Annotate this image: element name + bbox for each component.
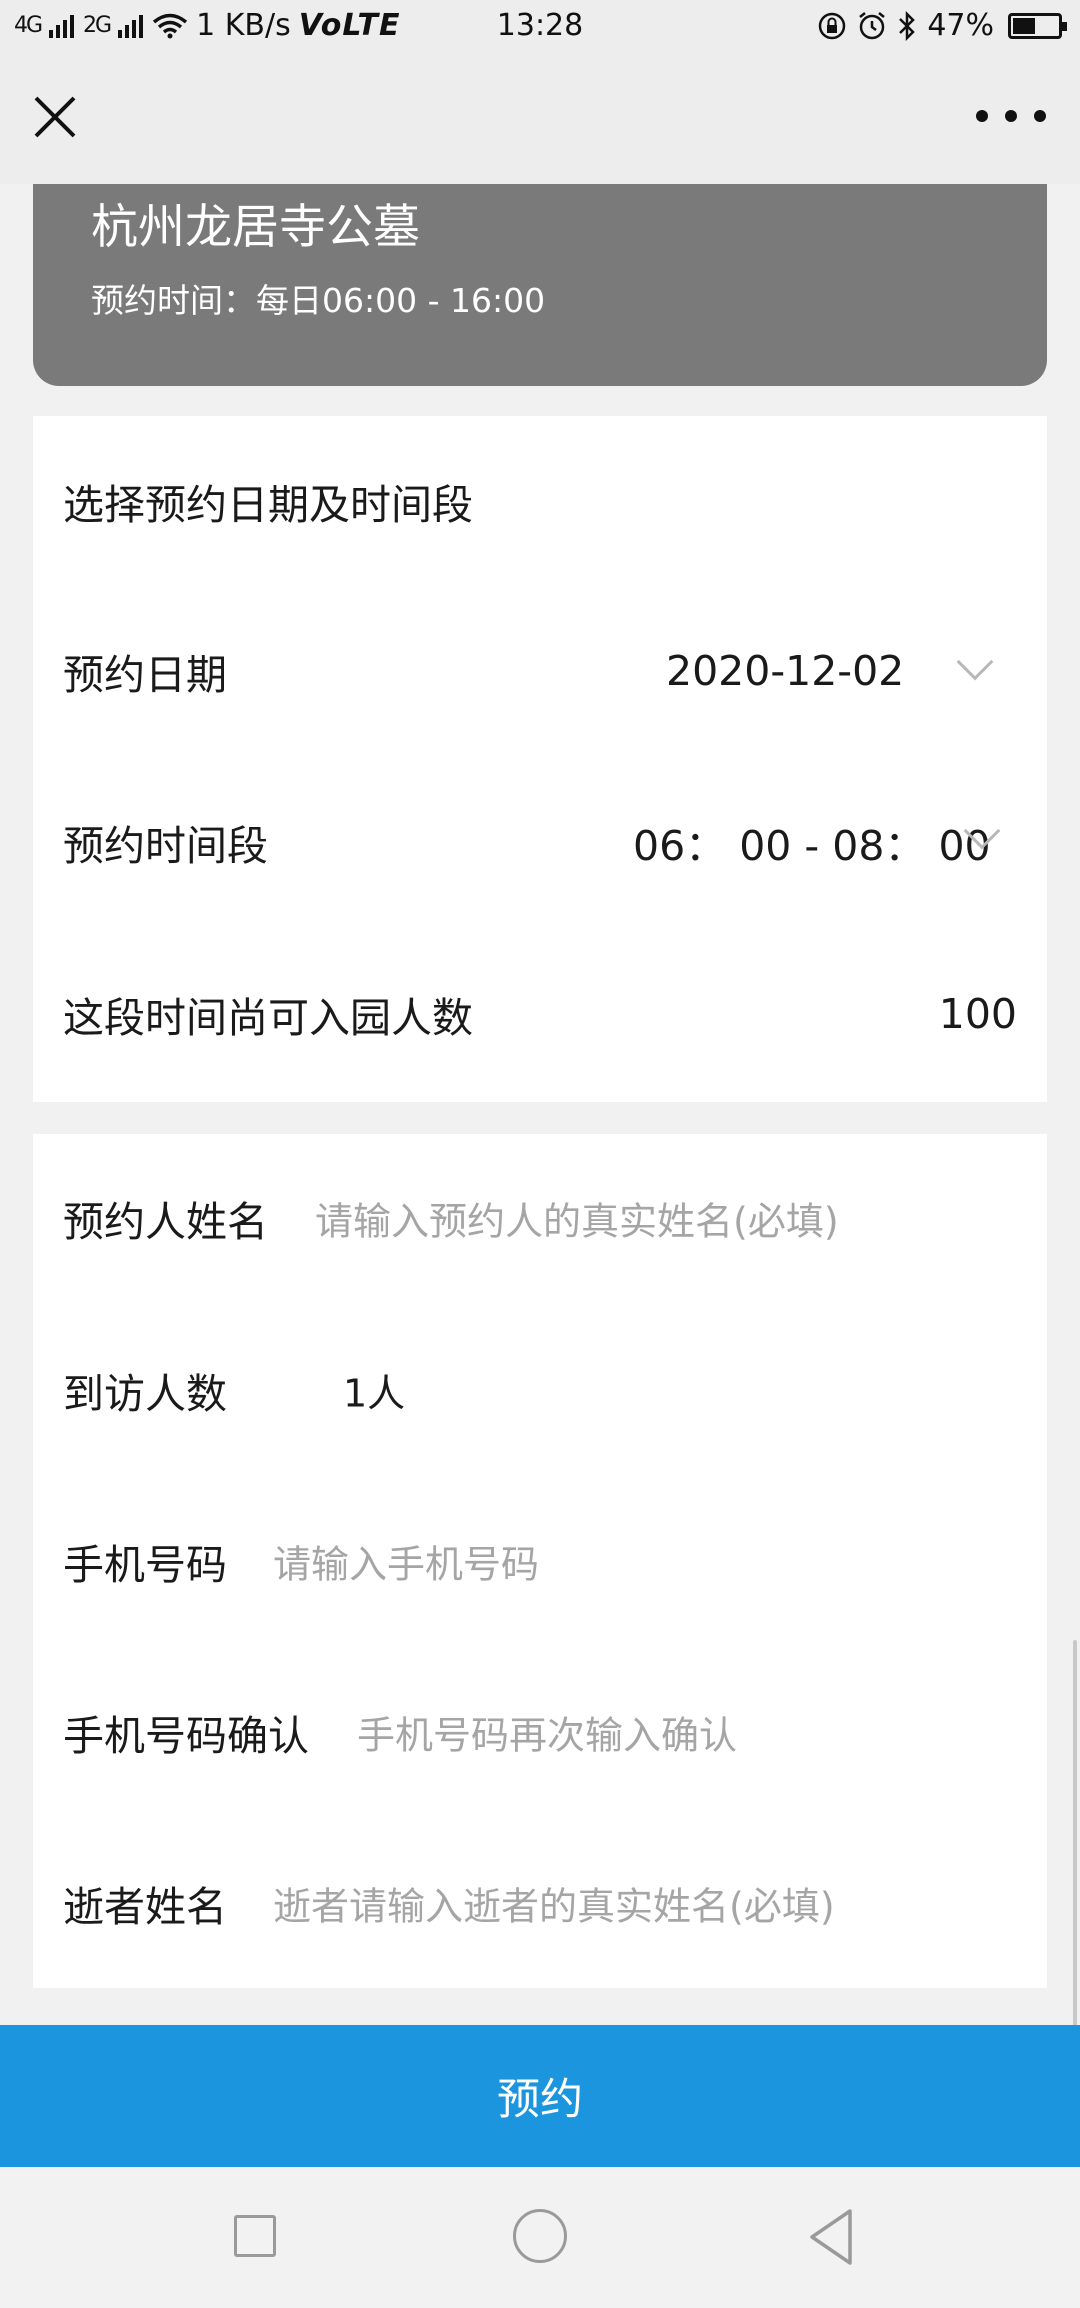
name-row: 预约人姓名 请输入预约人的真实姓名(必填) <box>33 1178 1047 1258</box>
time-slot-value[interactable]: 06： 00 - 08： 00 <box>633 812 991 872</box>
battery-icon <box>1008 12 1067 39</box>
more-dot <box>976 110 988 122</box>
visitors-row: 到访人数 1人 <box>33 1350 1047 1430</box>
capacity-label: 这段时间尚可入园人数 <box>63 994 473 1042</box>
home-icon[interactable] <box>513 2209 567 2263</box>
more-icon[interactable] <box>976 104 1046 128</box>
time-slot-label: 预约时间段 <box>63 822 268 870</box>
name-input[interactable]: 请输入预约人的真实姓名(必填) <box>315 1191 839 1246</box>
phone-label: 手机号码 <box>63 1541 227 1589</box>
phone-row: 手机号码 请输入手机号码 <box>33 1521 1047 1601</box>
date-value[interactable]: 2020-12-02 <box>666 647 904 695</box>
schedule-section-title: 选择预约日期及时间段 <box>63 481 473 529</box>
schedule-section-title-row: 选择预约日期及时间段 <box>33 461 1047 541</box>
name-label: 预约人姓名 <box>63 1198 268 1246</box>
deceased-row: 逝者姓名 逝者请输入逝者的真实姓名(必填) <box>33 1863 1047 1943</box>
reservation-hours: 预约时间：每日06:00 - 16:00 <box>91 281 546 320</box>
back-icon[interactable] <box>806 2207 856 2267</box>
cemetery-header-card: 杭州龙居寺公墓 预约时间：每日06:00 - 16:00 <box>33 184 1047 386</box>
schedule-card: 选择预约日期及时间段 预约日期 2020-12-02 预约时间段 06： 00 … <box>33 416 1047 1102</box>
deceased-label: 逝者姓名 <box>63 1883 227 1931</box>
visitors-input[interactable]: 1人 <box>343 1363 405 1418</box>
more-dot <box>1034 110 1046 122</box>
phone-confirm-input[interactable]: 手机号码再次输入确认 <box>357 1705 737 1760</box>
phone-input[interactable]: 请输入手机号码 <box>273 1534 539 1589</box>
battery-level <box>1013 17 1035 34</box>
chevron-down-icon[interactable] <box>956 643 994 681</box>
capacity-row: 这段时间尚可入园人数 100 <box>33 974 1047 1054</box>
reserve-button[interactable]: 预约 <box>0 2025 1080 2167</box>
screen: 4G 2G 1 KB/s VoLTE 13:28 47% 杭州龙居寺公墓 预约时… <box>0 0 1080 2308</box>
close-icon[interactable] <box>30 92 80 142</box>
system-nav-bar <box>0 2167 1080 2308</box>
deceased-input[interactable]: 逝者请输入逝者的真实姓名(必填) <box>273 1876 835 1931</box>
battery-percent: 47% <box>927 8 994 43</box>
recent-apps-icon[interactable] <box>234 2215 276 2257</box>
phone-confirm-label: 手机号码确认 <box>63 1712 309 1760</box>
alarm-icon <box>859 11 886 39</box>
status-right: 47% <box>817 8 1067 43</box>
capacity-value: 100 <box>938 990 1017 1038</box>
rotation-lock-icon <box>819 12 846 39</box>
status-bar: 4G 2G 1 KB/s VoLTE 13:28 47% <box>0 0 1080 56</box>
visitor-form-card: 预约人姓名 请输入预约人的真实姓名(必填) 到访人数 1人 手机号码 请输入手机… <box>33 1134 1047 1988</box>
phone-confirm-row: 手机号码确认 手机号码再次输入确认 <box>33 1692 1047 1772</box>
time-slot-row[interactable]: 预约时间段 06： 00 - 08： 00 <box>33 802 1047 882</box>
date-row[interactable]: 预约日期 2020-12-02 <box>33 631 1047 711</box>
bluetooth-icon <box>899 10 916 41</box>
date-label: 预约日期 <box>63 651 227 699</box>
visitors-label: 到访人数 <box>63 1370 227 1418</box>
more-dot <box>1005 110 1017 122</box>
scroll-indicator <box>1073 1640 1077 2030</box>
nav-bar <box>0 56 1080 184</box>
cemetery-title: 杭州龙居寺公墓 <box>91 200 420 255</box>
